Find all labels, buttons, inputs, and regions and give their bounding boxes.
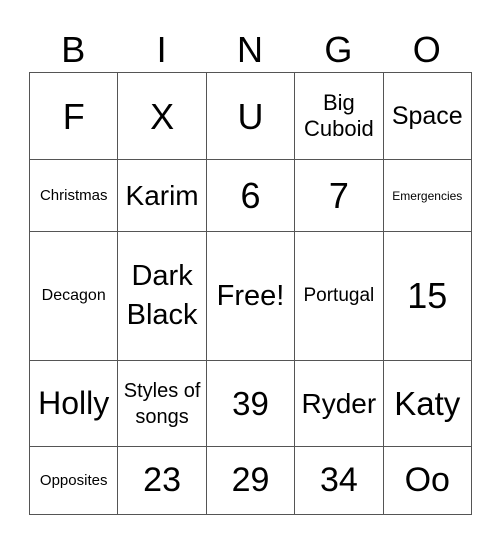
bingo-cell[interactable]: 7 (294, 159, 384, 233)
bingo-cell[interactable]: X (117, 71, 207, 161)
bingo-cell[interactable]: F (28, 71, 119, 161)
bingo-cell[interactable]: Oo (382, 446, 473, 515)
bingo-cell[interactable]: Holly (28, 359, 119, 448)
header-letter-g: G (324, 29, 353, 70)
header-letter-i: I (156, 29, 167, 70)
bingo-cell[interactable]: Dark Black (117, 231, 207, 361)
free-cell[interactable]: Free! (205, 231, 296, 361)
bingo-cell[interactable]: Portugal (294, 231, 384, 361)
bingo-cell[interactable]: 15 (382, 231, 473, 361)
bingo-cell[interactable]: Opposites (28, 446, 119, 515)
bingo-cell[interactable]: Emergencies (382, 159, 473, 233)
bingo-cell[interactable]: Ryder (294, 359, 384, 448)
bingo-header: B I N G O (29, 30, 471, 70)
bingo-grid: F X U Big Cuboid Space Christmas Karim 6… (28, 71, 473, 515)
bingo-cell[interactable]: Katy (382, 359, 473, 448)
bingo-cell[interactable]: Big Cuboid (294, 71, 384, 161)
bingo-cell[interactable]: Karim (117, 159, 207, 233)
header-letter-o: O (412, 29, 441, 70)
bingo-cell[interactable]: 39 (205, 359, 296, 448)
bingo-cell[interactable]: U (205, 71, 296, 161)
bingo-cell[interactable]: 29 (205, 446, 296, 515)
header-letter-n: N (236, 29, 263, 70)
bingo-cell[interactable]: 34 (294, 446, 384, 515)
bingo-cell[interactable]: 23 (117, 446, 207, 515)
bingo-cell[interactable]: Decagon (28, 231, 119, 361)
bingo-cell[interactable]: Christmas (28, 159, 119, 233)
bingo-cell[interactable]: Styles of songs (117, 359, 207, 448)
header-letter-b: B (61, 29, 86, 70)
bingo-cell[interactable]: 6 (205, 159, 296, 233)
bingo-cell[interactable]: Space (382, 71, 473, 161)
